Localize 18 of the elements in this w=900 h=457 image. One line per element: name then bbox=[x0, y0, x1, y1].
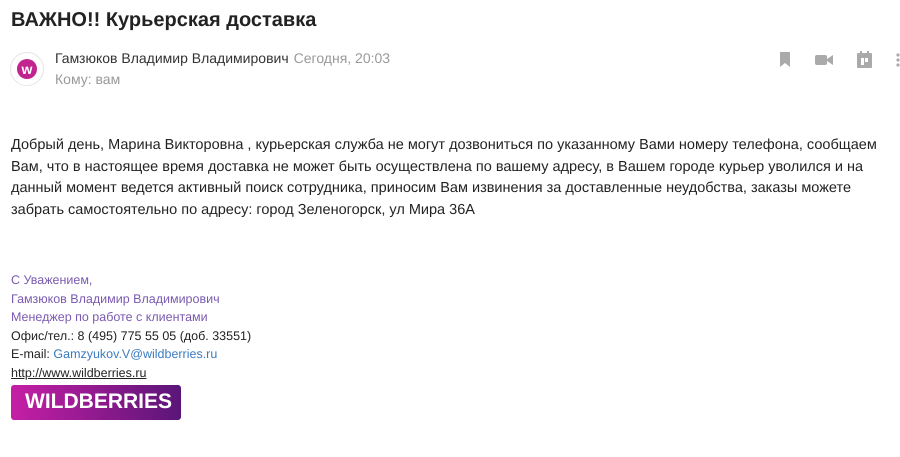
email-label: E-mail: bbox=[11, 347, 50, 361]
signature-name: Гамзюков Владимир Владимирович bbox=[11, 290, 220, 308]
video-camera-icon[interactable] bbox=[815, 54, 833, 66]
sent-time: Сегодня, 20:03 bbox=[294, 50, 390, 66]
calendar-icon[interactable] bbox=[857, 51, 872, 68]
email-subject: ВАЖНО!! Курьерская доставка bbox=[11, 9, 318, 32]
sender-name[interactable]: Гамзюков Владимир Владимирович bbox=[55, 50, 289, 66]
more-icon[interactable] bbox=[896, 52, 900, 66]
brand-logo: WILDBERRIES bbox=[11, 385, 181, 420]
website-link[interactable]: http://www.wildberries.ru bbox=[11, 364, 146, 382]
bookmark-icon[interactable] bbox=[779, 52, 791, 67]
recipient-line: Кому: вам bbox=[55, 71, 122, 87]
sender-avatar: w bbox=[10, 52, 44, 86]
signature-position: Менеджер по работе с клиентами bbox=[11, 309, 208, 326]
email-link[interactable]: Gamzyukov.V@wildberries.ru bbox=[53, 347, 218, 361]
signature-greeting: С Уважением, bbox=[11, 272, 92, 289]
email-body: Добрый день, Марина Викторовна , курьерская служба не могут дозвониться по указанному Вами номеру телефона, сообщаем Вам, что в настоящее время доставка не может быть осуществлена по вашему адресу, в Вашем городе курьер уволился и на данный момент ведется активный поиск сотрудника, приносим Вам извинения за доставленные неудобства, заказы можете забрать самостоятельно по адресу: город Зеленогорск, ул Мира 36А bbox=[11, 136, 878, 220]
signature-phone: Офис/тел.: 8 (495) 775 55 05 (доб. 33551) bbox=[11, 328, 252, 345]
